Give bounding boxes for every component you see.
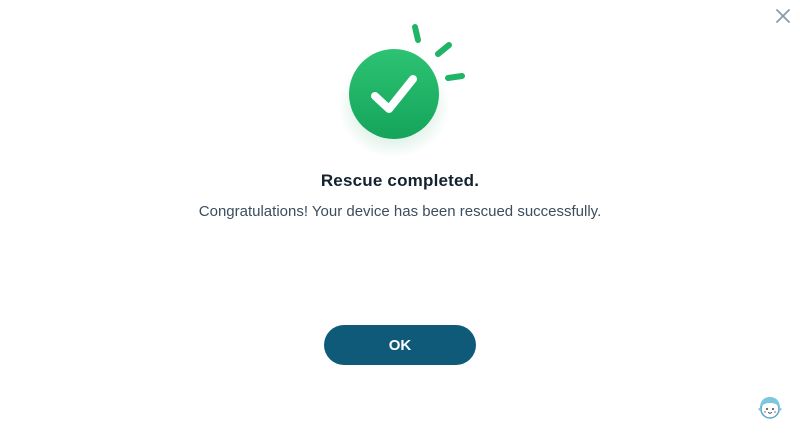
rescue-complete-dialog: Rescue completed. Congratulations! Your …	[0, 0, 800, 437]
assistant-mascot[interactable]	[755, 394, 785, 420]
close-button[interactable]	[772, 5, 794, 27]
ok-button[interactable]: OK	[324, 325, 476, 365]
dialog-title: Rescue completed.	[320, 171, 480, 190]
success-circle	[349, 49, 439, 139]
success-illustration	[338, 24, 465, 158]
dialog-message: Congratulations! Your device has been re…	[198, 203, 602, 220]
close-icon	[776, 9, 790, 23]
success-graphic	[320, 12, 480, 162]
assistant-mascot-icon	[758, 397, 782, 419]
